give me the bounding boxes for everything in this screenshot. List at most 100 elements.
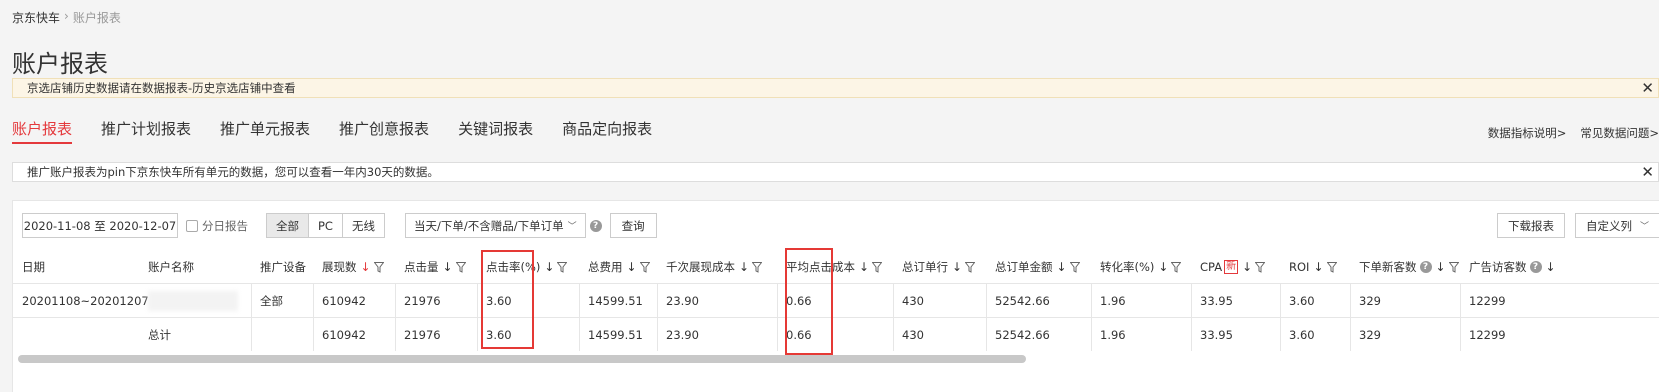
redacted-account-name <box>148 291 238 311</box>
cell-cpa: 33.95 <box>1191 318 1233 351</box>
query-button[interactable]: 查询 <box>609 213 657 238</box>
tab-plan-report[interactable]: 推广计划报表 <box>101 118 191 144</box>
tab-unit-report[interactable]: 推广单元报表 <box>220 118 310 144</box>
cell-impressions: 610942 <box>313 284 366 317</box>
right-toolbar: 下载报表 自定义列 ﹀ <box>1496 213 1659 238</box>
page-title: 账户报表 <box>12 50 108 78</box>
tab-keyword-report[interactable]: 关键词报表 <box>458 118 533 144</box>
account-report-notice-text: 推广账户报表为pin下京东快车所有单元的数据，您可以查看一年内30天的数据。 <box>27 165 439 179</box>
filter-icon[interactable] <box>455 261 467 273</box>
chevron-down-icon: ﹀ <box>567 222 577 232</box>
new-badge: 新 <box>1224 260 1239 274</box>
download-report-button[interactable]: 下载报表 <box>1496 213 1565 238</box>
cell-roi: 3.60 <box>1280 318 1315 351</box>
device-mobile-button[interactable]: 无线 <box>342 214 384 237</box>
filter-icon[interactable] <box>1170 261 1182 273</box>
report-tabs: 账户报表 推广计划报表 推广单元报表 推广创意报表 关键词报表 商品定向报表 <box>12 118 681 144</box>
highlight-box-ctr <box>481 250 534 349</box>
filter-icon[interactable] <box>1254 261 1266 273</box>
column-header-total-cost: 总费用 ↓ <box>588 251 651 283</box>
cell-roi: 3.60 <box>1280 284 1315 317</box>
custom-columns-button[interactable]: 自定义列 ﹀ <box>1574 213 1659 238</box>
filter-icon[interactable] <box>1448 261 1460 273</box>
daily-report-label: 分日报告 <box>202 218 248 233</box>
data-faq-link[interactable]: 常见数据问题> <box>1580 125 1659 141</box>
column-header-label: 千次展现成本 <box>666 260 735 274</box>
tab-account-report[interactable]: 账户报表 <box>12 118 73 144</box>
horizontal-scrollbar[interactable] <box>18 355 1026 363</box>
sort-arrow-icon[interactable]: ↓ <box>627 260 637 274</box>
sort-arrow-icon[interactable]: ↓ <box>1313 260 1323 274</box>
tab-product-targeting-report[interactable]: 商品定向报表 <box>562 118 652 144</box>
cell-total-cost: 14599.51 <box>579 284 643 317</box>
table-row: 20201108~20201207 全部 610942 21976 3.60 14599.… <box>13 283 1659 317</box>
filter-icon[interactable] <box>1069 261 1081 273</box>
date-range-picker[interactable]: 2020-11-08 至 2020-12-07 <box>22 213 178 238</box>
filter-toolbar: 2020-11-08 至 2020-12-07 分日报告 全部 PC 无线 当天… <box>22 213 657 238</box>
tab-creative-report[interactable]: 推广创意报表 <box>339 118 429 144</box>
device-segmented-control: 全部 PC 无线 <box>266 213 385 238</box>
column-header-label: 账户名称 <box>148 260 194 274</box>
cell-order-amount: 52542.66 <box>986 284 1050 317</box>
help-links: 数据指标说明> 常见数据问题> <box>1488 125 1659 141</box>
help-icon[interactable]: ? <box>1529 261 1542 273</box>
filter-icon[interactable] <box>871 261 883 273</box>
filter-icon[interactable] <box>373 261 385 273</box>
column-header-label: 总订单行 <box>902 260 948 274</box>
column-header-cpm: 千次展现成本 ↓ <box>666 251 763 283</box>
column-header-label: ROI <box>1289 260 1310 274</box>
breadcrumb-root[interactable]: 京东快车 <box>12 9 60 26</box>
column-header-cpa: CPA 新 ↓ <box>1200 251 1266 283</box>
device-all-button[interactable]: 全部 <box>267 214 309 237</box>
sort-arrow-icon[interactable]: ↓ <box>952 260 962 274</box>
history-notice: 京选店铺历史数据请在数据报表-历史京选店铺中查看 ✕ <box>12 78 1659 98</box>
device-pc-button[interactable]: PC <box>309 214 343 237</box>
column-header-date: 日期 <box>22 251 45 283</box>
filter-icon[interactable] <box>751 261 763 273</box>
close-icon[interactable]: ✕ <box>1641 164 1654 180</box>
column-header-label: 推广设备 <box>260 260 306 274</box>
sort-arrow-icon[interactable]: ↓ <box>1057 260 1067 274</box>
cell-device <box>251 318 260 351</box>
column-header-impressions: 展现数 ↓ <box>322 251 385 283</box>
cell-new-customers: 329 <box>1350 284 1381 317</box>
column-header-clicks: 点击量 ↓ <box>404 251 467 283</box>
sort-arrow-icon[interactable]: ↓ <box>443 260 453 274</box>
sort-arrow-icon[interactable]: ↓ <box>1242 260 1252 274</box>
sort-arrow-icon[interactable]: ↓ <box>1436 260 1446 274</box>
cell-date: 20201108~20201207 <box>22 293 149 308</box>
custom-columns-label: 自定义列 <box>1585 218 1632 233</box>
sort-arrow-icon[interactable]: ↓ <box>544 260 554 274</box>
filter-icon[interactable] <box>639 261 651 273</box>
breadcrumb-separator: › <box>64 9 69 23</box>
filter-icon[interactable] <box>1325 261 1338 273</box>
sort-arrow-icon[interactable]: ↓ <box>739 260 749 274</box>
checkbox-icon[interactable] <box>186 219 198 232</box>
cell-cpa: 33.95 <box>1191 284 1233 317</box>
attribution-select[interactable]: 当天/下单/不含赠品/下单订单 ﹀ <box>404 213 586 238</box>
metrics-help-link[interactable]: 数据指标说明> <box>1488 125 1567 141</box>
filter-icon[interactable] <box>556 261 568 273</box>
chevron-down-icon: ﹀ <box>1639 222 1649 232</box>
cell-cpm: 23.90 <box>657 284 699 317</box>
column-header-new-customers: 下单新客数? ↓ <box>1359 251 1460 283</box>
sort-arrow-icon[interactable]: ↓ <box>361 260 371 274</box>
sort-arrow-icon[interactable]: ↓ <box>859 260 869 274</box>
help-icon[interactable]: ? <box>589 219 602 232</box>
help-icon[interactable]: ? <box>1419 261 1432 273</box>
cell-conversion-rate: 1.96 <box>1091 318 1126 351</box>
column-header-order-amount: 总订单金额 ↓ <box>995 251 1081 283</box>
account-report-notice: 推广账户报表为pin下京东快车所有单元的数据，您可以查看一年内30天的数据。 ✕ <box>12 162 1659 182</box>
column-header-label: 总订单金额 <box>995 260 1053 274</box>
column-header-ad-visitors: 广告访客数? ↓ <box>1469 251 1556 283</box>
column-header-label: 下单新客数 <box>1359 260 1417 274</box>
column-header-label: 广告访客数 <box>1469 260 1527 274</box>
daily-report-checkbox[interactable]: 分日报告 <box>186 218 248 234</box>
filter-icon[interactable] <box>964 261 976 273</box>
highlight-box-avg-cpc <box>785 248 833 355</box>
sort-arrow-icon[interactable]: ↓ <box>1546 260 1556 274</box>
cell-device: 全部 <box>251 284 283 317</box>
close-icon[interactable]: ✕ <box>1641 80 1654 96</box>
sort-arrow-icon[interactable]: ↓ <box>1158 260 1168 274</box>
cell-account-name: 总计 <box>148 327 171 342</box>
